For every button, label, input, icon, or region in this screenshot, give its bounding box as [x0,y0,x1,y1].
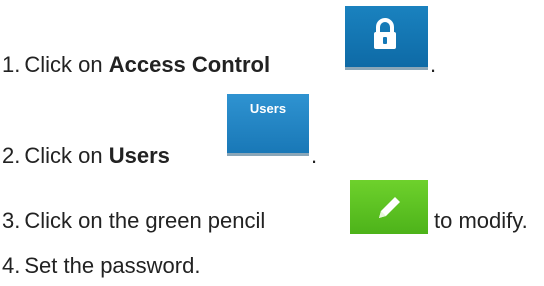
step-number: 4. [2,253,21,278]
step-number: 1. [2,52,21,77]
step-2-period: . [311,143,318,168]
step-1-period: . [430,52,437,77]
step-2: 2. Click on Users [2,143,170,169]
step-4: 4. Set the password. [2,253,200,279]
step-number: 2. [2,143,21,168]
pencil-icon [379,197,400,218]
access-control-label: Access Control [108,52,271,77]
step-3: 3. Click on the green pencil [2,208,265,234]
users-label: Users [108,143,170,168]
step-text: Click on [24,143,109,168]
step-text: Click on the green pencil [24,208,266,233]
step-text: Click on [24,52,109,77]
access-control-button[interactable] [345,6,428,70]
step-3-suffix: to modify. [434,208,528,233]
edit-button[interactable] [350,180,428,234]
users-button-label: Users [249,101,287,116]
lock-icon [374,18,396,49]
users-button[interactable]: Users [227,94,309,156]
step-text: Set the password. [24,253,201,278]
step-number: 3. [2,208,21,233]
step-1: 1. Click on Access Control [2,52,270,78]
